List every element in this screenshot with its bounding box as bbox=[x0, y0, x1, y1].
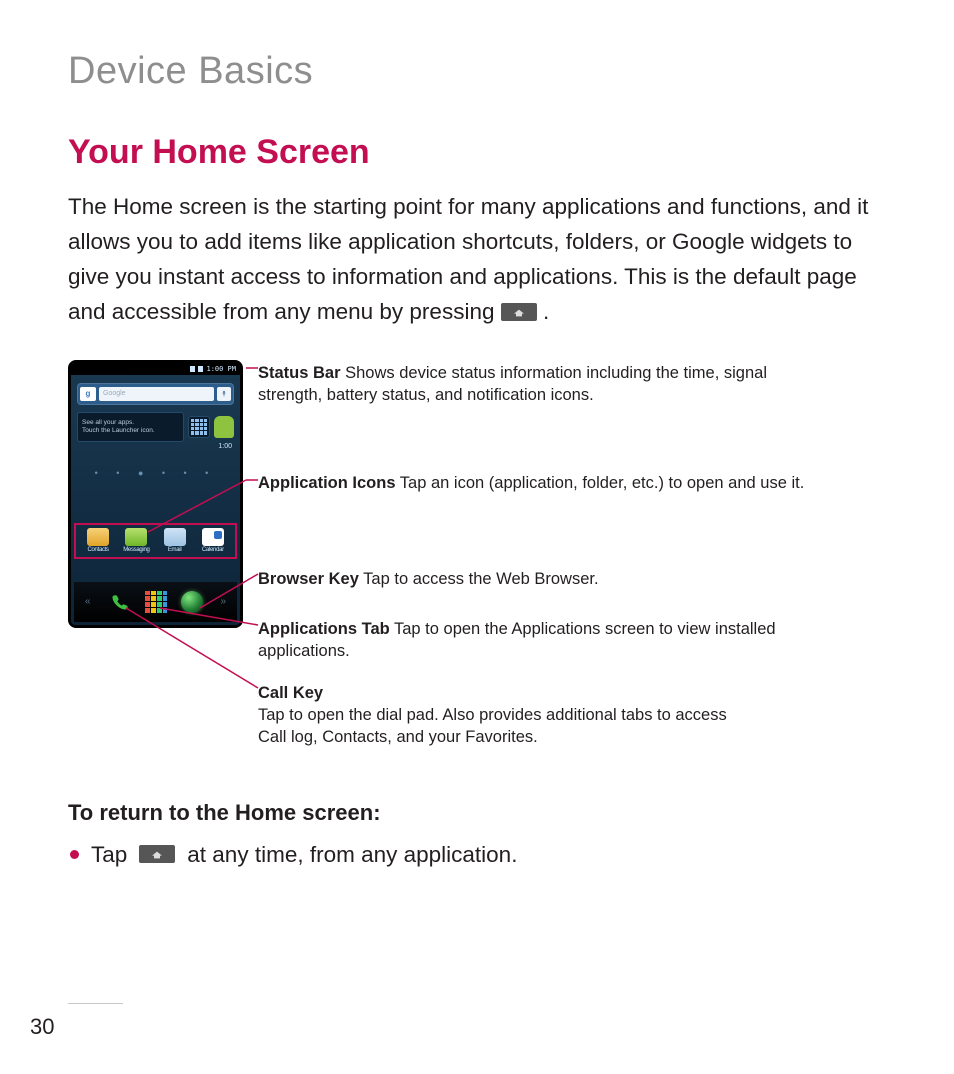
section-title: Device Basics bbox=[68, 50, 894, 93]
dock-label: Contacts bbox=[87, 547, 108, 553]
search-widget: g Google bbox=[77, 383, 234, 405]
launcher-grid-icon bbox=[188, 416, 210, 438]
page-indicator-dots: • • ● • • • bbox=[71, 468, 240, 478]
callout-apps-tab: Applications Tab Tap to open the Applica… bbox=[258, 618, 818, 663]
callout-status-bar: Status Bar Shows device status informati… bbox=[258, 362, 818, 407]
phone-mockup: 1:00 PM g Google See all your apps. Touc… bbox=[68, 360, 243, 628]
page-number: 30 bbox=[30, 1014, 54, 1040]
page-heading: Your Home Screen bbox=[68, 133, 894, 172]
callout-title: Call Key bbox=[258, 684, 323, 702]
callout-text: Tap to access the Web Browser. bbox=[359, 570, 599, 588]
browser-key-icon bbox=[181, 591, 203, 613]
phone-screen: 1:00 PM g Google See all your apps. Touc… bbox=[71, 363, 240, 625]
tip-line2: Touch the Launcher icon. bbox=[82, 427, 179, 434]
bullet-row: Tap at any time, from any application. bbox=[68, 842, 894, 868]
callout-title: Status Bar bbox=[258, 364, 341, 382]
signal-icon bbox=[190, 366, 195, 372]
clock-widget-time: 1:00 bbox=[71, 443, 240, 450]
tip-line1: See all your apps. bbox=[82, 419, 179, 426]
bullet-dot-icon bbox=[70, 850, 79, 859]
bottom-bar: « » bbox=[74, 582, 237, 622]
intro-text-2: . bbox=[543, 299, 549, 324]
dock-calendar: Calendar bbox=[195, 525, 231, 557]
app-dock-row: Contacts Messaging Email Calendar bbox=[74, 523, 237, 559]
dock-label: Messaging bbox=[123, 547, 149, 553]
callout-text: Tap an icon (application, folder, etc.) … bbox=[396, 474, 805, 492]
call-key-icon bbox=[108, 590, 132, 614]
callout-title: Applications Tab bbox=[258, 620, 390, 638]
callout-browser: Browser Key Tap to access the Web Browse… bbox=[258, 568, 599, 590]
android-mascot-icon bbox=[214, 416, 234, 438]
voice-search-icon bbox=[217, 387, 231, 401]
google-search-input: Google bbox=[99, 387, 214, 401]
intro-paragraph: The Home screen is the starting point fo… bbox=[68, 190, 894, 330]
footer-rule bbox=[68, 1003, 123, 1004]
intro-text-1: The Home screen is the starting point fo… bbox=[68, 194, 868, 324]
applications-tab-icon bbox=[145, 591, 167, 613]
callout-call-key: Call Key Tap to open the dial pad. Also … bbox=[258, 682, 727, 749]
dock-messaging: Messaging bbox=[118, 525, 154, 557]
callout-text-line1: Tap to open the dial pad. Also provides … bbox=[258, 706, 727, 724]
callout-app-icons: Application Icons Tap an icon (applicati… bbox=[258, 472, 804, 494]
callout-title: Application Icons bbox=[258, 474, 396, 492]
bullet-text-after: at any time, from any application. bbox=[187, 842, 517, 868]
home-key-icon bbox=[139, 845, 175, 863]
email-icon bbox=[164, 528, 186, 546]
tip-bubble: See all your apps. Touch the Launcher ic… bbox=[77, 412, 184, 442]
left-arrow-icon: « bbox=[81, 596, 95, 607]
callout-text-line2: Call log, Contacts, and your Favorites. bbox=[258, 728, 538, 746]
dock-label: Email bbox=[168, 547, 182, 553]
home-screen-diagram: 1:00 PM g Google See all your apps. Touc… bbox=[68, 360, 894, 780]
subheading: To return to the Home screen: bbox=[68, 800, 894, 826]
dock-contacts: Contacts bbox=[80, 525, 116, 557]
google-g-icon: g bbox=[80, 387, 96, 401]
calendar-icon bbox=[202, 528, 224, 546]
bullet-text-before: Tap bbox=[91, 842, 127, 868]
right-arrow-icon: » bbox=[216, 596, 230, 607]
dock-label: Calendar bbox=[202, 547, 224, 553]
tip-row: See all your apps. Touch the Launcher ic… bbox=[77, 413, 234, 441]
callout-title: Browser Key bbox=[258, 570, 359, 588]
home-key-icon bbox=[501, 303, 537, 321]
manual-page: Device Basics Your Home Screen The Home … bbox=[0, 0, 954, 1074]
status-bar: 1:00 PM bbox=[71, 363, 240, 375]
contacts-icon bbox=[87, 528, 109, 546]
messaging-icon bbox=[125, 528, 147, 546]
battery-icon bbox=[198, 366, 203, 372]
dock-email: Email bbox=[157, 525, 193, 557]
status-time: 1:00 PM bbox=[206, 365, 236, 373]
